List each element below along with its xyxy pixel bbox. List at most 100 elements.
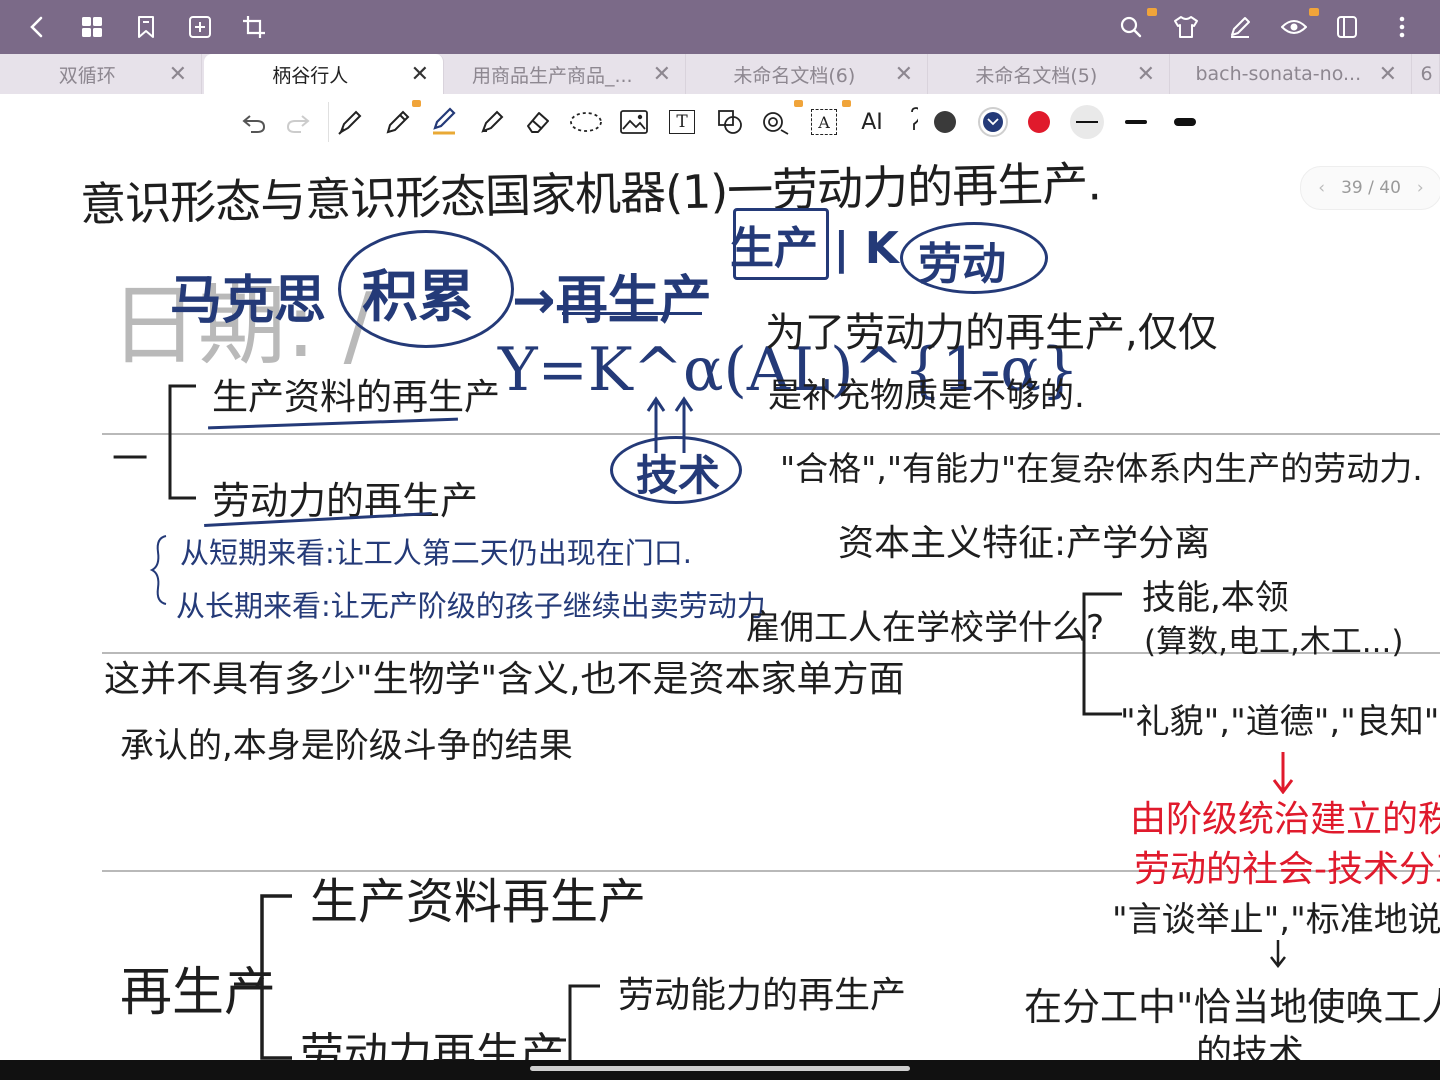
color-swatch-navy-selected[interactable]: [978, 107, 1008, 137]
close-icon[interactable]: ✕: [653, 62, 671, 87]
premium-crown-icon: [842, 100, 851, 107]
tab-6[interactable]: bach-sonata-no... ✕: [1172, 54, 1412, 94]
tab-5[interactable]: 未命名文档(5) ✕: [930, 54, 1170, 94]
tab-label: bach-sonata-no...: [1195, 63, 1362, 85]
crop-icon[interactable]: [237, 10, 271, 44]
grid-icon[interactable]: [75, 10, 109, 44]
lasso-icon[interactable]: [568, 104, 604, 140]
bracket-dash: 一: [112, 439, 149, 480]
note-right-4: 资本主义特征:产学分离: [838, 523, 1211, 564]
ballpoint-pen-icon[interactable]: [426, 104, 462, 140]
note-labor: 劳动: [918, 239, 1006, 290]
note-long-term: 从长期来看:让无产阶级的孩子继续出卖劳动力: [176, 589, 766, 623]
undo-icon[interactable]: [236, 104, 272, 140]
note-red-2: 劳动的社会-技术分工: [1134, 849, 1440, 890]
box-mark: [733, 208, 829, 280]
note-skills: 技能,本领: [1142, 578, 1289, 618]
tab-7[interactable]: 6: [1414, 54, 1440, 94]
audio-recorder-icon[interactable]: [758, 104, 794, 140]
note-manners: "礼貌","道德","良知": [1120, 702, 1440, 742]
tab-label: 未命名文档(6): [733, 64, 856, 87]
bracket-mark: [1082, 592, 1122, 716]
tab-label: 未命名文档(5): [975, 64, 1098, 87]
note-reproduction: →再生产: [512, 271, 712, 331]
note-right-5: 雇佣工人在学校学什么?: [746, 608, 1105, 648]
tab-label: 6: [1420, 63, 1433, 85]
premium-crown-icon: [412, 100, 421, 107]
text-tool-icon[interactable]: T: [664, 104, 700, 140]
tab-3[interactable]: 用商品生产商品_... ✕: [446, 54, 686, 94]
pen-settings-panel: [920, 94, 1440, 150]
drawing-toolbar: T A AI: [0, 94, 1440, 151]
tab-1[interactable]: 双循环 ✕: [0, 54, 202, 94]
more-tools-hint-icon[interactable]: [908, 106, 918, 138]
stroke-width-thick[interactable]: [1174, 118, 1196, 126]
premium-crown-icon: [1147, 8, 1157, 16]
branch-means-reproduction: 生产资料的再生产: [212, 377, 501, 418]
ocr-icon[interactable]: A: [806, 104, 842, 140]
system-nav-bar: [0, 1060, 1440, 1080]
tree-means-reproduction: 生产资料再生产: [310, 874, 647, 930]
note-right-2: 是补充物质是不够的.: [768, 376, 1085, 416]
note-canvas[interactable]: 日期: / ‹ 39 / 40 › 意识形态与意识形态国家机器(1)一劳动力的再…: [0, 150, 1440, 1060]
underline-mark: [562, 312, 702, 315]
tab-label: 用商品生产商品_...: [471, 64, 633, 87]
search-icon[interactable]: [1114, 10, 1148, 44]
note-mid-1: 这并不具有多少"生物学"含义,也不是资本家单方面: [104, 659, 905, 700]
tree-labor-reproduction: 劳动力再生产: [300, 1029, 564, 1060]
fountain-pen-icon[interactable]: [332, 104, 368, 140]
arrow-down-icon: [1272, 752, 1294, 794]
note-skills-examples: (算数,电工,木工...): [1144, 624, 1404, 660]
page-panel-icon[interactable]: [1330, 10, 1364, 44]
color-swatch-red[interactable]: [1028, 111, 1050, 133]
arrow-down-icon: [1270, 940, 1286, 968]
shapes-icon[interactable]: [712, 104, 748, 140]
tab-label: 柄谷行人: [272, 64, 349, 87]
close-icon[interactable]: ✕: [1137, 62, 1155, 87]
app-top-bar: [0, 0, 1440, 54]
note-mid-2: 承认的,本身是阶级斗争的结果: [120, 726, 573, 766]
stroke-width-thin-selected[interactable]: [1070, 105, 1104, 139]
bracket-mark: [542, 984, 600, 1060]
note-marx: 马克思: [170, 271, 327, 331]
note-bottom-right-1: 在分工中"恰当地使唤工人": [1024, 985, 1440, 1029]
ai-assistant-icon[interactable]: AI: [854, 104, 890, 140]
redo-icon[interactable]: [280, 104, 316, 140]
premium-crown-icon: [794, 100, 803, 107]
tab-label: 双循环: [58, 64, 116, 87]
close-icon[interactable]: ✕: [169, 62, 187, 87]
image-icon[interactable]: [616, 104, 652, 140]
pencil-icon[interactable]: [380, 104, 416, 140]
home-indicator[interactable]: [530, 1066, 910, 1071]
note-quote: "言谈举止","标准地说": [1112, 900, 1440, 940]
stroke-width-medium[interactable]: [1125, 120, 1147, 124]
note-right-3: "合格","有能力"在复杂体系内生产的劳动力.: [780, 449, 1423, 488]
close-icon[interactable]: ✕: [1379, 62, 1397, 87]
toolbar-divider: [328, 102, 329, 142]
note-right-1: 为了劳动力的再生产,仅仅: [765, 310, 1218, 356]
next-page-icon[interactable]: ›: [1417, 178, 1424, 198]
add-page-icon[interactable]: [183, 10, 217, 44]
note-bottom-right-2: 的技术: [1196, 1033, 1305, 1060]
page-indicator[interactable]: ‹ 39 / 40 ›: [1300, 166, 1440, 210]
tab-2-active[interactable]: 柄谷行人 ✕: [204, 54, 444, 94]
tree-labor-ability-reproduction: 劳动能力的再生产: [618, 975, 907, 1016]
ruled-line: [102, 433, 1440, 435]
prev-page-icon[interactable]: ‹: [1318, 178, 1325, 198]
premium-crown-icon: [1309, 8, 1319, 16]
color-swatch-dark-gray[interactable]: [934, 111, 956, 133]
close-icon[interactable]: ✕: [411, 62, 429, 87]
note-short-term: 从短期来看:让工人第二天仍出现在门口.: [180, 536, 692, 570]
pen-icon[interactable]: [1223, 10, 1257, 44]
tab-4[interactable]: 未命名文档(6) ✕: [688, 54, 928, 94]
bracket-mark: [168, 384, 196, 500]
eraser-icon[interactable]: [520, 104, 556, 140]
close-icon[interactable]: ✕: [895, 62, 913, 87]
bookmark-icon[interactable]: [129, 10, 163, 44]
eye-icon[interactable]: [1277, 10, 1311, 44]
more-vertical-icon[interactable]: [1385, 10, 1419, 44]
highlighter-icon[interactable]: [474, 104, 510, 140]
note-title: 意识形态与意识形态国家机器(1)一劳动力的再生产.: [79, 156, 1102, 232]
back-chevron-icon[interactable]: [20, 10, 54, 44]
shirt-icon[interactable]: [1169, 10, 1203, 44]
